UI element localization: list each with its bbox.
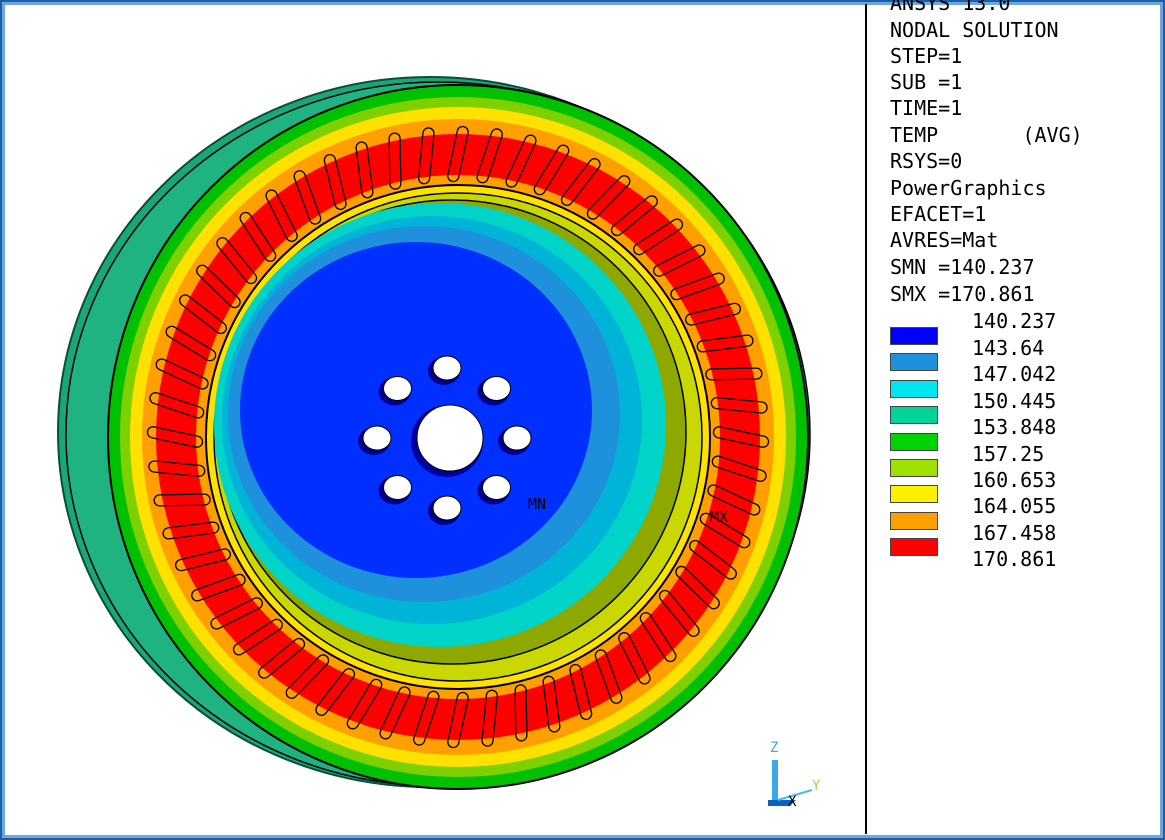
legend-value: 153.848 [972, 415, 1057, 440]
legend-value: 143.64 [972, 336, 1045, 360]
svg-text:X: X [788, 794, 797, 810]
info-line: NODAL SOLUTION [890, 18, 1059, 42]
svg-text:MX: MX [710, 508, 728, 526]
fea-model-view: MN MX Z Y X [57, 76, 821, 810]
legend-swatch [890, 353, 938, 372]
bolt-hole [482, 376, 511, 401]
legend-value: 164.055 [972, 494, 1057, 519]
info-line: AVRES=Mat [890, 228, 999, 252]
info-line: TIME=1 [890, 96, 963, 120]
hub-holes [358, 355, 532, 525]
legend-value: 170.861 [972, 547, 1057, 572]
min-marker: MN [528, 495, 546, 513]
info-line: SUB =1 [890, 70, 963, 94]
bolt-hole [432, 355, 462, 381]
legend-swatch [890, 485, 938, 504]
svg-text:MN: MN [528, 495, 546, 513]
legend-swatch [890, 459, 938, 477]
legend-swatch [890, 379, 938, 398]
legend-value: 160.653 [972, 468, 1057, 492]
info-line: EFACET=1 [890, 202, 987, 226]
legend-swatch [890, 432, 938, 451]
legend-value: 167.458 [972, 520, 1057, 545]
info-line: PowerGraphics [890, 176, 1047, 200]
bolt-hole [362, 425, 392, 451]
info-line: TEMP (AVG) [890, 123, 1083, 147]
legend-panel: ANSYS 13.0 NODAL SOLUTION STEP=1 SUB =1 … [890, 0, 1160, 600]
info-line: SMN =140.237 [890, 255, 1035, 279]
info-line: SMX =170.861 [890, 282, 1035, 306]
svg-text:Y: Y [812, 778, 821, 794]
bolt-hole [502, 425, 532, 451]
bolt-hole [383, 376, 412, 401]
bolt-hole [432, 495, 462, 521]
legend-min-label: 140.237 [972, 309, 1057, 333]
max-marker: MX [710, 508, 728, 526]
bolt-hole [482, 475, 511, 500]
legend-swatch [890, 511, 938, 530]
axis-triad: Z Y X [768, 740, 821, 810]
legend-swatch [890, 406, 938, 425]
legend-value: 150.445 [972, 388, 1057, 413]
legend-swatch [890, 327, 938, 345]
svg-text:Z: Z [770, 740, 778, 756]
legend-value: 157.25 [972, 441, 1045, 466]
info-line: STEP=1 [890, 44, 963, 68]
legend-swatch [890, 538, 938, 557]
product-header: ANSYS 13.0 [890, 0, 1011, 15]
legend-value: 147.042 [972, 362, 1057, 387]
panel-divider [865, 4, 867, 834]
bolt-hole [383, 475, 412, 500]
info-line: RSYS=0 [890, 149, 963, 173]
